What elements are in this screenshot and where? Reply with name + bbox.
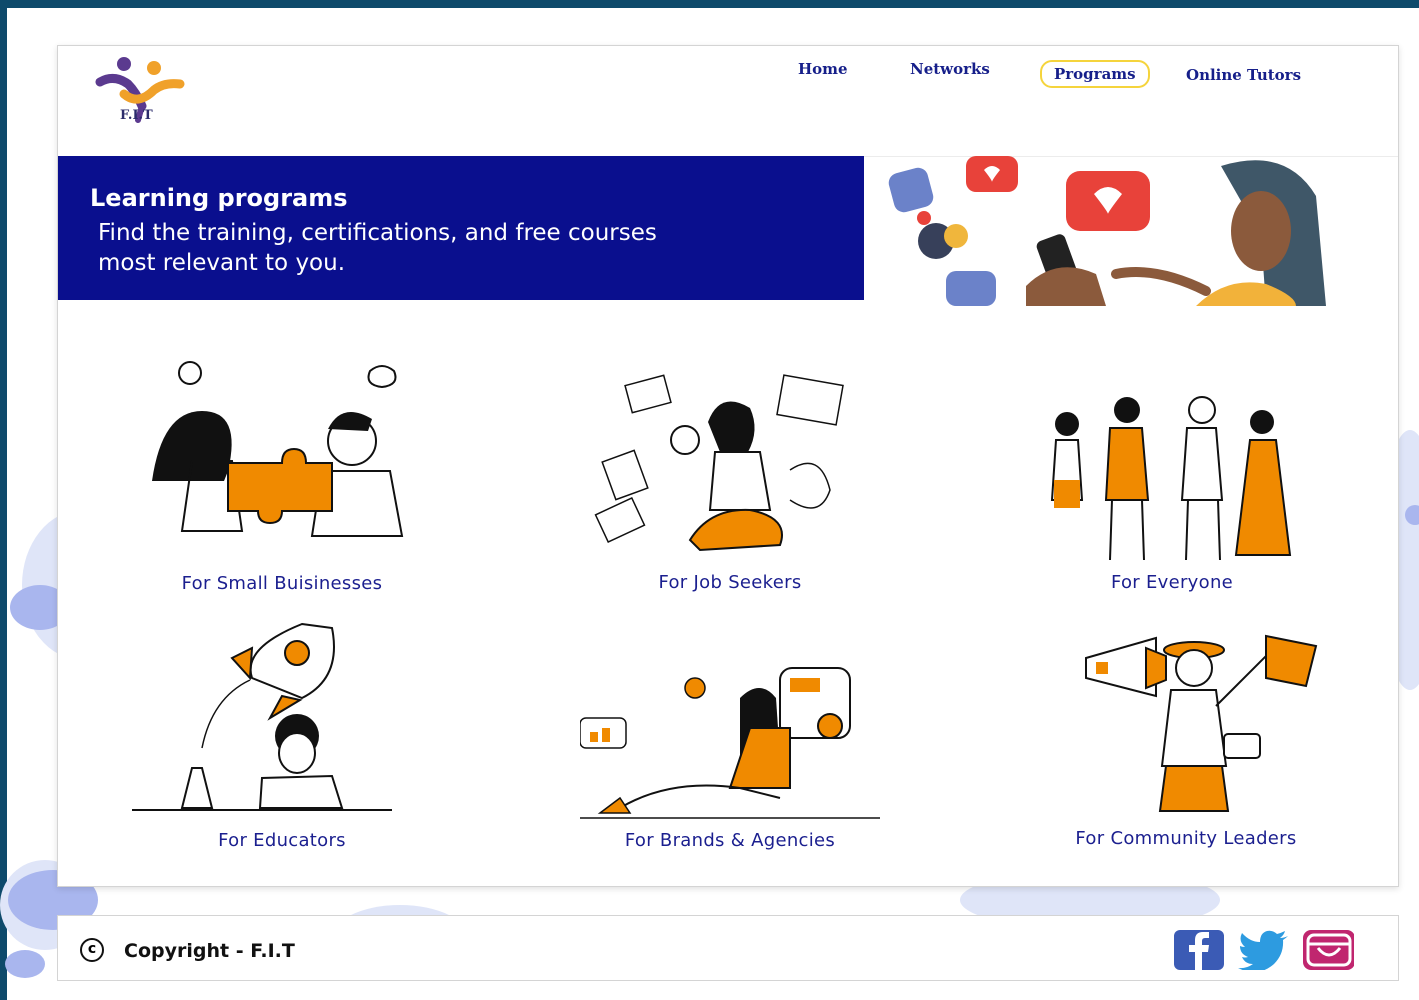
hero-title: Learning programs — [90, 184, 348, 212]
program-label: For Job Seekers — [658, 572, 802, 593]
main-card: F.I.T Home Networks Programs Online Tuto… — [57, 45, 1399, 887]
program-community-leaders[interactable]: For Community Leaders — [996, 616, 1376, 876]
hero-banner: Learning programs Find the training, cer… — [58, 156, 864, 300]
social-media-illustration — [888, 156, 1326, 306]
bg-blob — [5, 950, 45, 978]
bg-blob — [1405, 505, 1419, 525]
megaphone-illustration — [1085, 634, 1318, 812]
footer: c Copyright - F.I.T — [57, 915, 1399, 981]
program-small-businesses[interactable]: For Small Buisinesses — [92, 361, 472, 621]
program-label: For Community Leaders — [1075, 828, 1297, 849]
facebook-icon[interactable] — [1172, 930, 1224, 970]
nav-networks[interactable]: Networks — [910, 60, 990, 78]
program-job-seekers[interactable]: For Job Seekers — [540, 360, 920, 620]
frame-top — [0, 0, 1419, 8]
program-label: For Everyone — [1110, 572, 1234, 593]
group-illustration — [1050, 396, 1292, 561]
program-label: For Brands & Agencies — [624, 830, 836, 851]
job-search-illustration — [594, 374, 844, 552]
instagram-icon[interactable] — [1302, 930, 1354, 970]
header: F.I.T Home Networks Programs Online Tuto… — [58, 46, 1398, 156]
nav-home[interactable]: Home — [798, 60, 848, 78]
puzzle-illustration — [152, 361, 404, 537]
program-educators[interactable]: For Educators — [92, 618, 472, 878]
rocket-illustration — [132, 622, 392, 811]
nav-programs[interactable]: Programs — [1040, 60, 1150, 88]
program-label: For Small Buisinesses — [181, 573, 383, 594]
program-everyone[interactable]: For Everyone — [982, 360, 1362, 620]
logo-text: F.I.T — [120, 108, 153, 123]
hero-subtitle: Find the training, certifications, and f… — [98, 220, 657, 276]
frame-left — [0, 0, 7, 1000]
brand-illustration — [580, 667, 880, 819]
copyright-text: Copyright - F.I.T — [124, 940, 295, 962]
nav-online-tutors[interactable]: Online Tutors — [1186, 66, 1301, 84]
copyright-icon: c — [80, 938, 104, 962]
program-brands-agencies[interactable]: For Brands & Agencies — [540, 618, 920, 878]
twitter-icon[interactable] — [1238, 930, 1290, 970]
program-label: For Educators — [218, 830, 346, 851]
